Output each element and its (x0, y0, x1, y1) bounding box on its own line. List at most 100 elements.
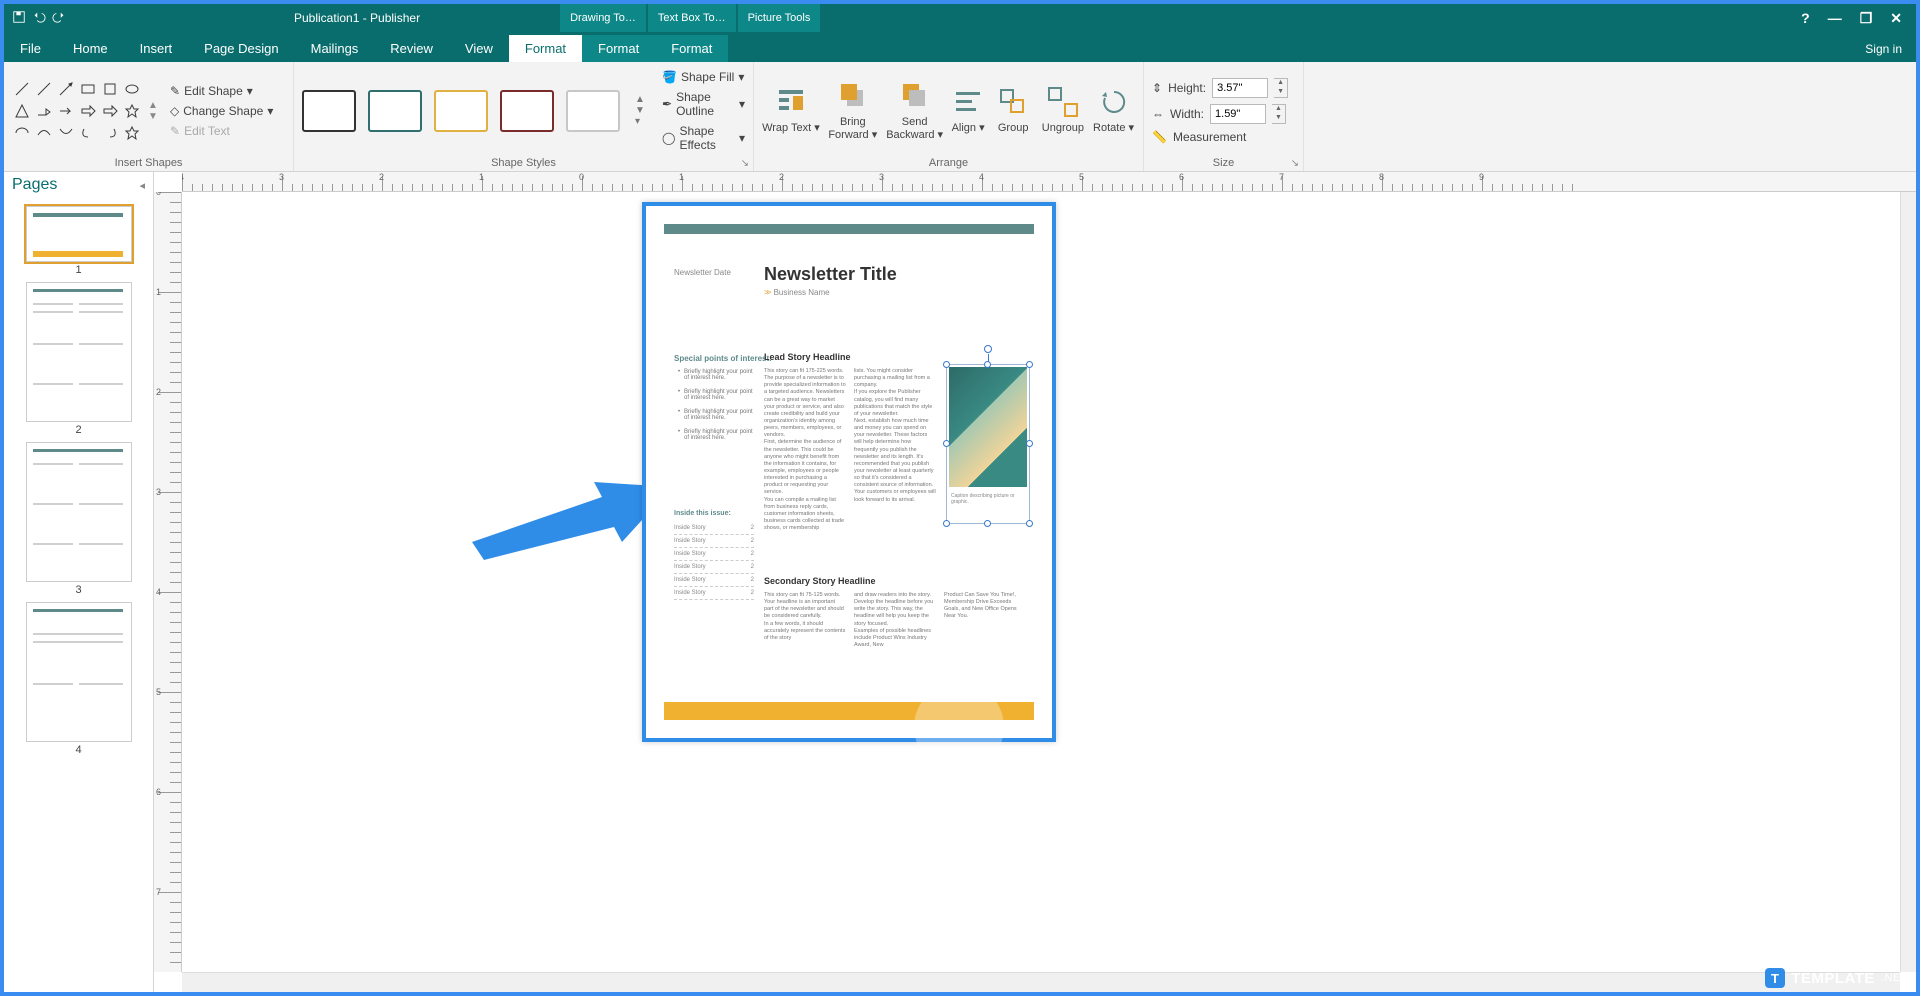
resize-handle[interactable] (943, 440, 950, 447)
edit-shape-icon: ✎ (170, 84, 180, 98)
newsletter-title: Newsletter Title (764, 264, 897, 285)
ruler-icon: 📏 (1152, 130, 1167, 144)
redo-icon[interactable] (52, 10, 66, 27)
inside-issue-heading: Inside this issue: (674, 510, 731, 517)
align-icon (952, 86, 984, 118)
edit-text-icon: ✎ (170, 124, 180, 138)
save-icon[interactable] (12, 10, 26, 27)
bring-forward-button[interactable]: Bring Forward ▾ (824, 80, 882, 140)
document-title: Publication1 - Publisher (74, 11, 420, 25)
shape-effects-button[interactable]: ◯Shape Effects ▾ (662, 124, 745, 152)
secondary-col1: This story can fit 75-125 words.Your hea… (764, 592, 846, 642)
shape-style-gallery[interactable]: ▲▼▾ (302, 90, 648, 132)
selected-picture-frame[interactable]: Caption describing picture or graphic. (946, 364, 1030, 524)
minimize-icon[interactable]: — (1828, 10, 1842, 27)
height-label: Height: (1168, 81, 1206, 95)
wrap-text-button[interactable]: Wrap Text ▾ (762, 86, 820, 134)
horizontal-ruler[interactable]: 43210123456789 (182, 172, 1916, 192)
resize-handle[interactable] (984, 520, 991, 527)
resize-handle[interactable] (943, 520, 950, 527)
width-spinner[interactable]: ▲▼ (1272, 104, 1286, 124)
shape-fill-button[interactable]: 🪣Shape Fill ▾ (662, 70, 745, 84)
undo-icon[interactable] (32, 10, 46, 27)
resize-handle[interactable] (1026, 440, 1033, 447)
ungroup-icon (1047, 86, 1079, 118)
close-icon[interactable]: ✕ (1890, 10, 1902, 27)
page-number-4: 4 (4, 744, 153, 756)
page-number-3: 3 (4, 584, 153, 596)
tab-file[interactable]: File (4, 35, 57, 62)
vertical-scrollbar[interactable] (1900, 192, 1916, 972)
tab-format-textbox[interactable]: Format (582, 35, 655, 62)
watermark: T TEMPLATE.NET (1765, 968, 1908, 988)
title-bar: Publication1 - Publisher Drawing To… Tex… (4, 4, 1916, 32)
width-input[interactable] (1210, 104, 1266, 124)
resize-handle[interactable] (1026, 520, 1033, 527)
resize-handle[interactable] (1026, 361, 1033, 368)
send-backward-icon (899, 80, 931, 112)
height-input[interactable] (1212, 78, 1268, 98)
bucket-icon: 🪣 (662, 70, 677, 84)
shape-gallery[interactable] (12, 79, 142, 143)
resize-handle[interactable] (984, 361, 991, 368)
tab-page-design[interactable]: Page Design (188, 35, 294, 62)
watermark-logo-icon: T (1765, 968, 1785, 988)
tab-format-drawing[interactable]: Format (509, 35, 582, 62)
page-thumb-2[interactable] (26, 282, 132, 422)
height-spinner[interactable]: ▲▼ (1274, 78, 1288, 98)
pages-panel: Pages ◂ 1 2 (4, 172, 154, 992)
page-thumb-3[interactable] (26, 442, 132, 582)
sign-in-link[interactable]: Sign in (1851, 36, 1916, 62)
align-button[interactable]: Align ▾ (948, 86, 989, 134)
horizontal-scrollbar[interactable] (182, 972, 1900, 992)
pages-collapse-icon[interactable]: ◂ (139, 179, 145, 192)
edit-shape-button[interactable]: ✎Edit Shape ▾ (170, 84, 273, 98)
resize-handle[interactable] (943, 361, 950, 368)
measurement-button[interactable]: 📏 Measurement (1152, 130, 1288, 144)
restore-icon[interactable]: ❐ (1860, 10, 1873, 27)
ungroup-button[interactable]: Ungroup (1038, 86, 1088, 134)
tab-insert[interactable]: Insert (124, 35, 189, 62)
tab-format-picture[interactable]: Format (655, 35, 728, 62)
vertical-ruler[interactable]: 01234567 (154, 192, 182, 972)
secondary-story-headline: Secondary Story Headline (764, 576, 876, 586)
rotate-button[interactable]: Rotate ▾ (1092, 86, 1135, 134)
group-button[interactable]: Group (993, 86, 1034, 134)
group-label-shape-styles: Shape Styles (491, 157, 556, 169)
picture-caption: Caption describing picture or graphic. (949, 491, 1027, 521)
special-points-list: Briefly highlight your point of interest… (678, 369, 756, 449)
special-points-heading: Special points of interest: (674, 354, 772, 363)
group-label-insert-shapes: Insert Shapes (12, 155, 285, 169)
change-shape-button[interactable]: ◇Change Shape ▾ (170, 104, 273, 118)
rotate-handle[interactable] (984, 345, 992, 353)
inside-issue-table: Inside Story2 Inside Story2 Inside Story… (674, 522, 754, 600)
send-backward-button[interactable]: Send Backward ▾ (886, 80, 944, 140)
tab-home[interactable]: Home (57, 35, 124, 62)
wrap-text-icon (775, 86, 807, 118)
group-label-arrange: Arrange (762, 155, 1135, 169)
page-number-2: 2 (4, 424, 153, 436)
page-thumb-1[interactable] (26, 206, 132, 262)
width-label: Width: (1170, 107, 1204, 121)
tab-view[interactable]: View (449, 35, 509, 62)
change-shape-icon: ◇ (170, 104, 179, 118)
pen-icon: ✒ (662, 97, 672, 111)
effects-icon: ◯ (662, 131, 675, 145)
size-launcher[interactable]: ↘ (1291, 158, 1299, 169)
context-tab-drawing[interactable]: Drawing To… (560, 4, 646, 32)
tab-mailings[interactable]: Mailings (295, 35, 375, 62)
canvas[interactable]: Newsletter Date Newsletter Title Busines… (182, 192, 1900, 972)
lead-story-col2: lists. You might consider purchasing a m… (854, 368, 936, 504)
newsletter-date: Newsletter Date (674, 268, 731, 277)
help-icon[interactable]: ? (1801, 10, 1810, 27)
page-thumb-4[interactable] (26, 602, 132, 742)
context-tab-textbox[interactable]: Text Box To… (648, 4, 736, 32)
tab-review[interactable]: Review (374, 35, 449, 62)
rotate-icon (1098, 86, 1130, 118)
shape-styles-launcher[interactable]: ↘ (741, 158, 749, 169)
document-page[interactable]: Newsletter Date Newsletter Title Busines… (642, 202, 1056, 742)
context-tab-picture[interactable]: Picture Tools (738, 4, 821, 32)
lead-story-col1: This story can fit 175-225 words.The pur… (764, 368, 846, 532)
group-label-size: Size (1213, 157, 1234, 169)
shape-outline-button[interactable]: ✒Shape Outline ▾ (662, 90, 745, 118)
